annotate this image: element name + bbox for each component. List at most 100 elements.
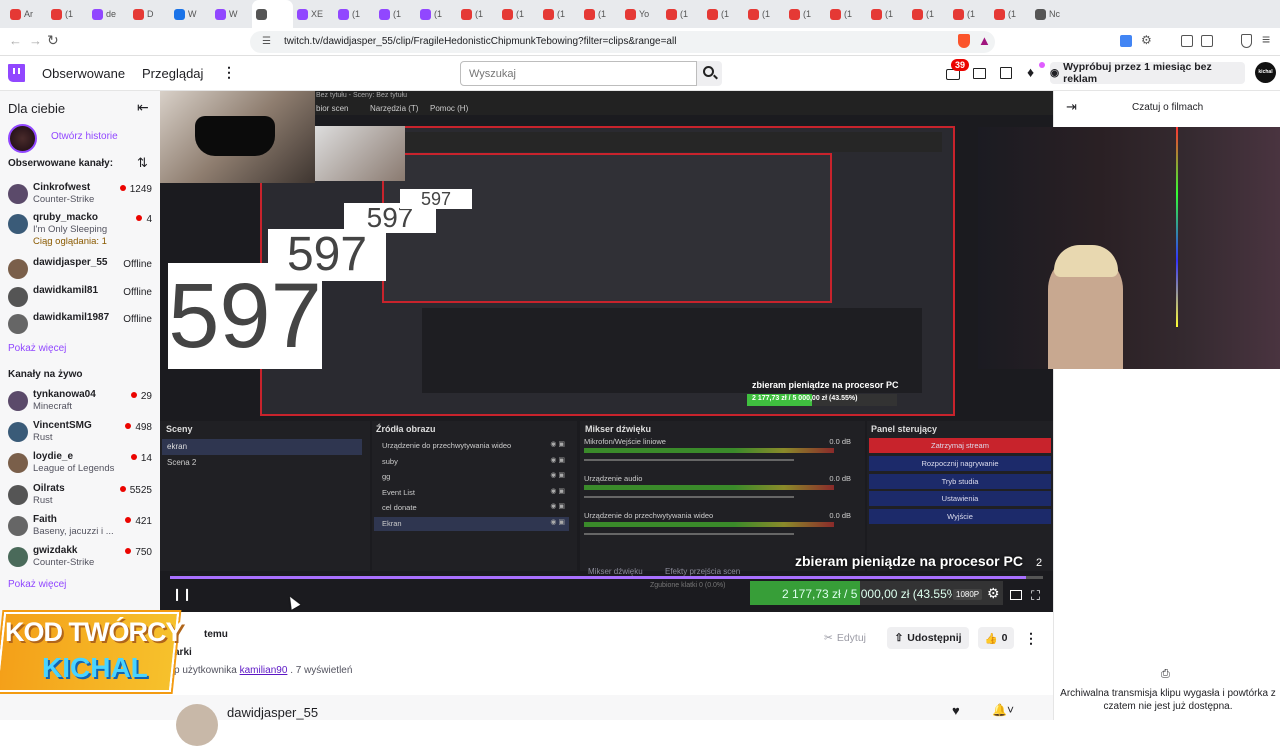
wallet-icon[interactable] [1201,35,1213,47]
browser-tab[interactable]: (1 [334,0,375,28]
collapse-sidebar-icon[interactable]: ⇤ [137,99,149,116]
tab-favicon-icon [707,8,718,20]
stories-avatar[interactable] [8,124,37,153]
browser-tab[interactable]: W [211,0,252,28]
source-label: Ekran [382,519,402,528]
browser-tab[interactable]: Ar [6,0,47,28]
viewer-count: 5525 [119,485,152,496]
goal-text: zbieram pieniądze na procesor PC [795,553,1023,569]
more-menu-icon[interactable]: ⋮ [222,64,236,81]
notification-bell-icon[interactable]: 🔔˅ [992,703,1014,717]
ad-free-promo-button[interactable]: ◉ Wypróbuj przez 1 miesiąc bez reklam [1050,61,1245,85]
collapse-chat-icon[interactable]: ⇥ [1066,99,1077,115]
url-bar[interactable]: ☰ twitch.tv/dawidjasper_55/clip/FragileH… [250,31,995,53]
open-stories-link[interactable]: Otwórz historie [51,131,118,142]
channel-row[interactable]: VincentSMG Rust 498 [8,420,158,448]
channel-row[interactable]: dawidkamil81 Offline [8,285,158,313]
vpn-icon[interactable] [1241,34,1252,48]
show-more-live[interactable]: Pokaż więcej [8,579,66,590]
whispers-icon[interactable] [1000,67,1012,79]
browser-tab[interactable]: (1 [47,0,88,28]
channel-avatar[interactable] [176,704,218,746]
browser-tab[interactable]: Yo [621,0,662,28]
channel-row[interactable]: tynkanowa04 Minecraft 29 [8,389,158,417]
browser-tab[interactable]: (1 [539,0,580,28]
back-icon[interactable]: ← [9,33,22,48]
scenes-header: Sceny [166,424,193,434]
viewer-count: 750 [125,547,152,558]
channel-row[interactable]: Faith Baseny, jacuzzi i ... 421 [8,514,158,542]
quality-badge[interactable]: 1080P [953,589,983,600]
browser-tab[interactable]: (1 [580,0,621,28]
browser-tab[interactable]: W [170,0,211,28]
follow-heart-icon[interactable]: ♥ [952,703,960,718]
browser-tab[interactable]: (1 [498,0,539,28]
browser-tab[interactable]: (1 [949,0,990,28]
brave-shield-icon[interactable] [958,34,970,48]
more-options-icon[interactable]: ⋮ [1024,630,1038,647]
obs-sources-dock: Źródła obrazu Urządzenie do przechwytywa… [372,421,577,571]
fullscreen-icon[interactable]: ⛶ [1031,588,1040,604]
site-info-icon[interactable]: ☰ [262,31,271,53]
browser-tab[interactable]: (1 [457,0,498,28]
brave-rewards-icon[interactable]: ▲ [978,33,991,48]
browser-tab[interactable]: (1 [826,0,867,28]
browser-tab[interactable]: (1 [375,0,416,28]
browser-tab[interactable]: (1 [416,0,457,28]
edit-button[interactable]: ✂ Edytuj [815,627,875,649]
sort-icon[interactable]: ⇅ [137,155,148,171]
browser-tab[interactable]: XE [293,0,334,28]
tab-favicon-icon [420,8,431,20]
nav-browse[interactable]: Przeglądaj [142,66,203,81]
theatre-mode-icon[interactable] [1010,590,1022,600]
show-more-followed[interactable]: Pokaż więcej [8,343,66,354]
browser-tab[interactable]: (1 [744,0,785,28]
archive-message: Archiwalna transmisja klipu wygasła i po… [1060,688,1276,712]
tab-title: (1 [803,9,812,19]
browser-tab[interactable]: (1 [990,0,1031,28]
browser-tab[interactable]: (1 [908,0,949,28]
tab-favicon-icon [92,8,103,20]
browser-tab[interactable]: (1 [785,0,826,28]
like-button[interactable]: 👍 0 [978,627,1014,649]
clipper-link[interactable]: kamilian90 [240,665,288,676]
search-button[interactable] [697,61,722,86]
mixer-channel: Urządzenie audio 0.0 dB [584,474,859,508]
video-player[interactable]: Bez tytułu - Sceny: Bez tytułu bior scen… [160,91,1053,612]
crown-icon[interactable]: ♦ [1027,64,1034,80]
channel-row[interactable]: Oilrats Rust 5525 [8,483,158,511]
channel-row[interactable]: loydie_e League of Legends 14 [8,451,158,479]
channel-avatar [8,287,28,307]
browser-tab[interactable]: (1 [662,0,703,28]
channel-name[interactable]: dawidjasper_55 [227,705,318,720]
browser-tab[interactable] [252,0,293,28]
playback-progress-bar[interactable] [170,576,1043,579]
menu-icon[interactable]: ≡ [1262,31,1270,47]
inbox-icon[interactable] [973,68,986,79]
forward-icon[interactable]: → [29,33,42,48]
user-avatar[interactable]: kichal [1255,62,1276,83]
channel-category: Rust [33,494,53,506]
nav-following[interactable]: Obserwowane [42,66,125,81]
obs-control-button: Rozpocznij nagrywanie [869,455,1051,471]
translate-icon[interactable] [1120,35,1132,47]
channel-row[interactable]: dawidjasper_55 Offline [8,257,158,285]
pause-icon[interactable]: ❙❙ [172,587,192,601]
twitch-logo-icon[interactable] [8,64,25,82]
channel-row[interactable]: qruby_macko I'm Only Sleeping Ciąg oglądan… [8,212,158,247]
browser-tab[interactable]: (1 [703,0,744,28]
search-input[interactable] [460,61,697,86]
browser-tab[interactable]: D [129,0,170,28]
channel-row[interactable]: dawidkamil1987 Offline [8,312,158,340]
sidebar-toggle-icon[interactable] [1181,35,1193,47]
channel-row[interactable]: Cinkrofwest Counter-Strike 1249 [8,182,158,210]
extensions-icon[interactable]: ⚙ [1141,33,1152,47]
viewer-count: 14 [130,453,152,464]
browser-tab[interactable]: (1 [867,0,908,28]
browser-tab[interactable]: Nc [1031,0,1072,28]
channel-row[interactable]: gwizdakk Counter-Strike 750 [8,545,158,573]
reload-icon[interactable]: ↻ [47,32,59,49]
share-button[interactable]: ⇧ Udostępnij [887,627,969,649]
browser-tab[interactable]: de [88,0,129,28]
settings-icon[interactable]: ⚙ [987,585,1000,602]
